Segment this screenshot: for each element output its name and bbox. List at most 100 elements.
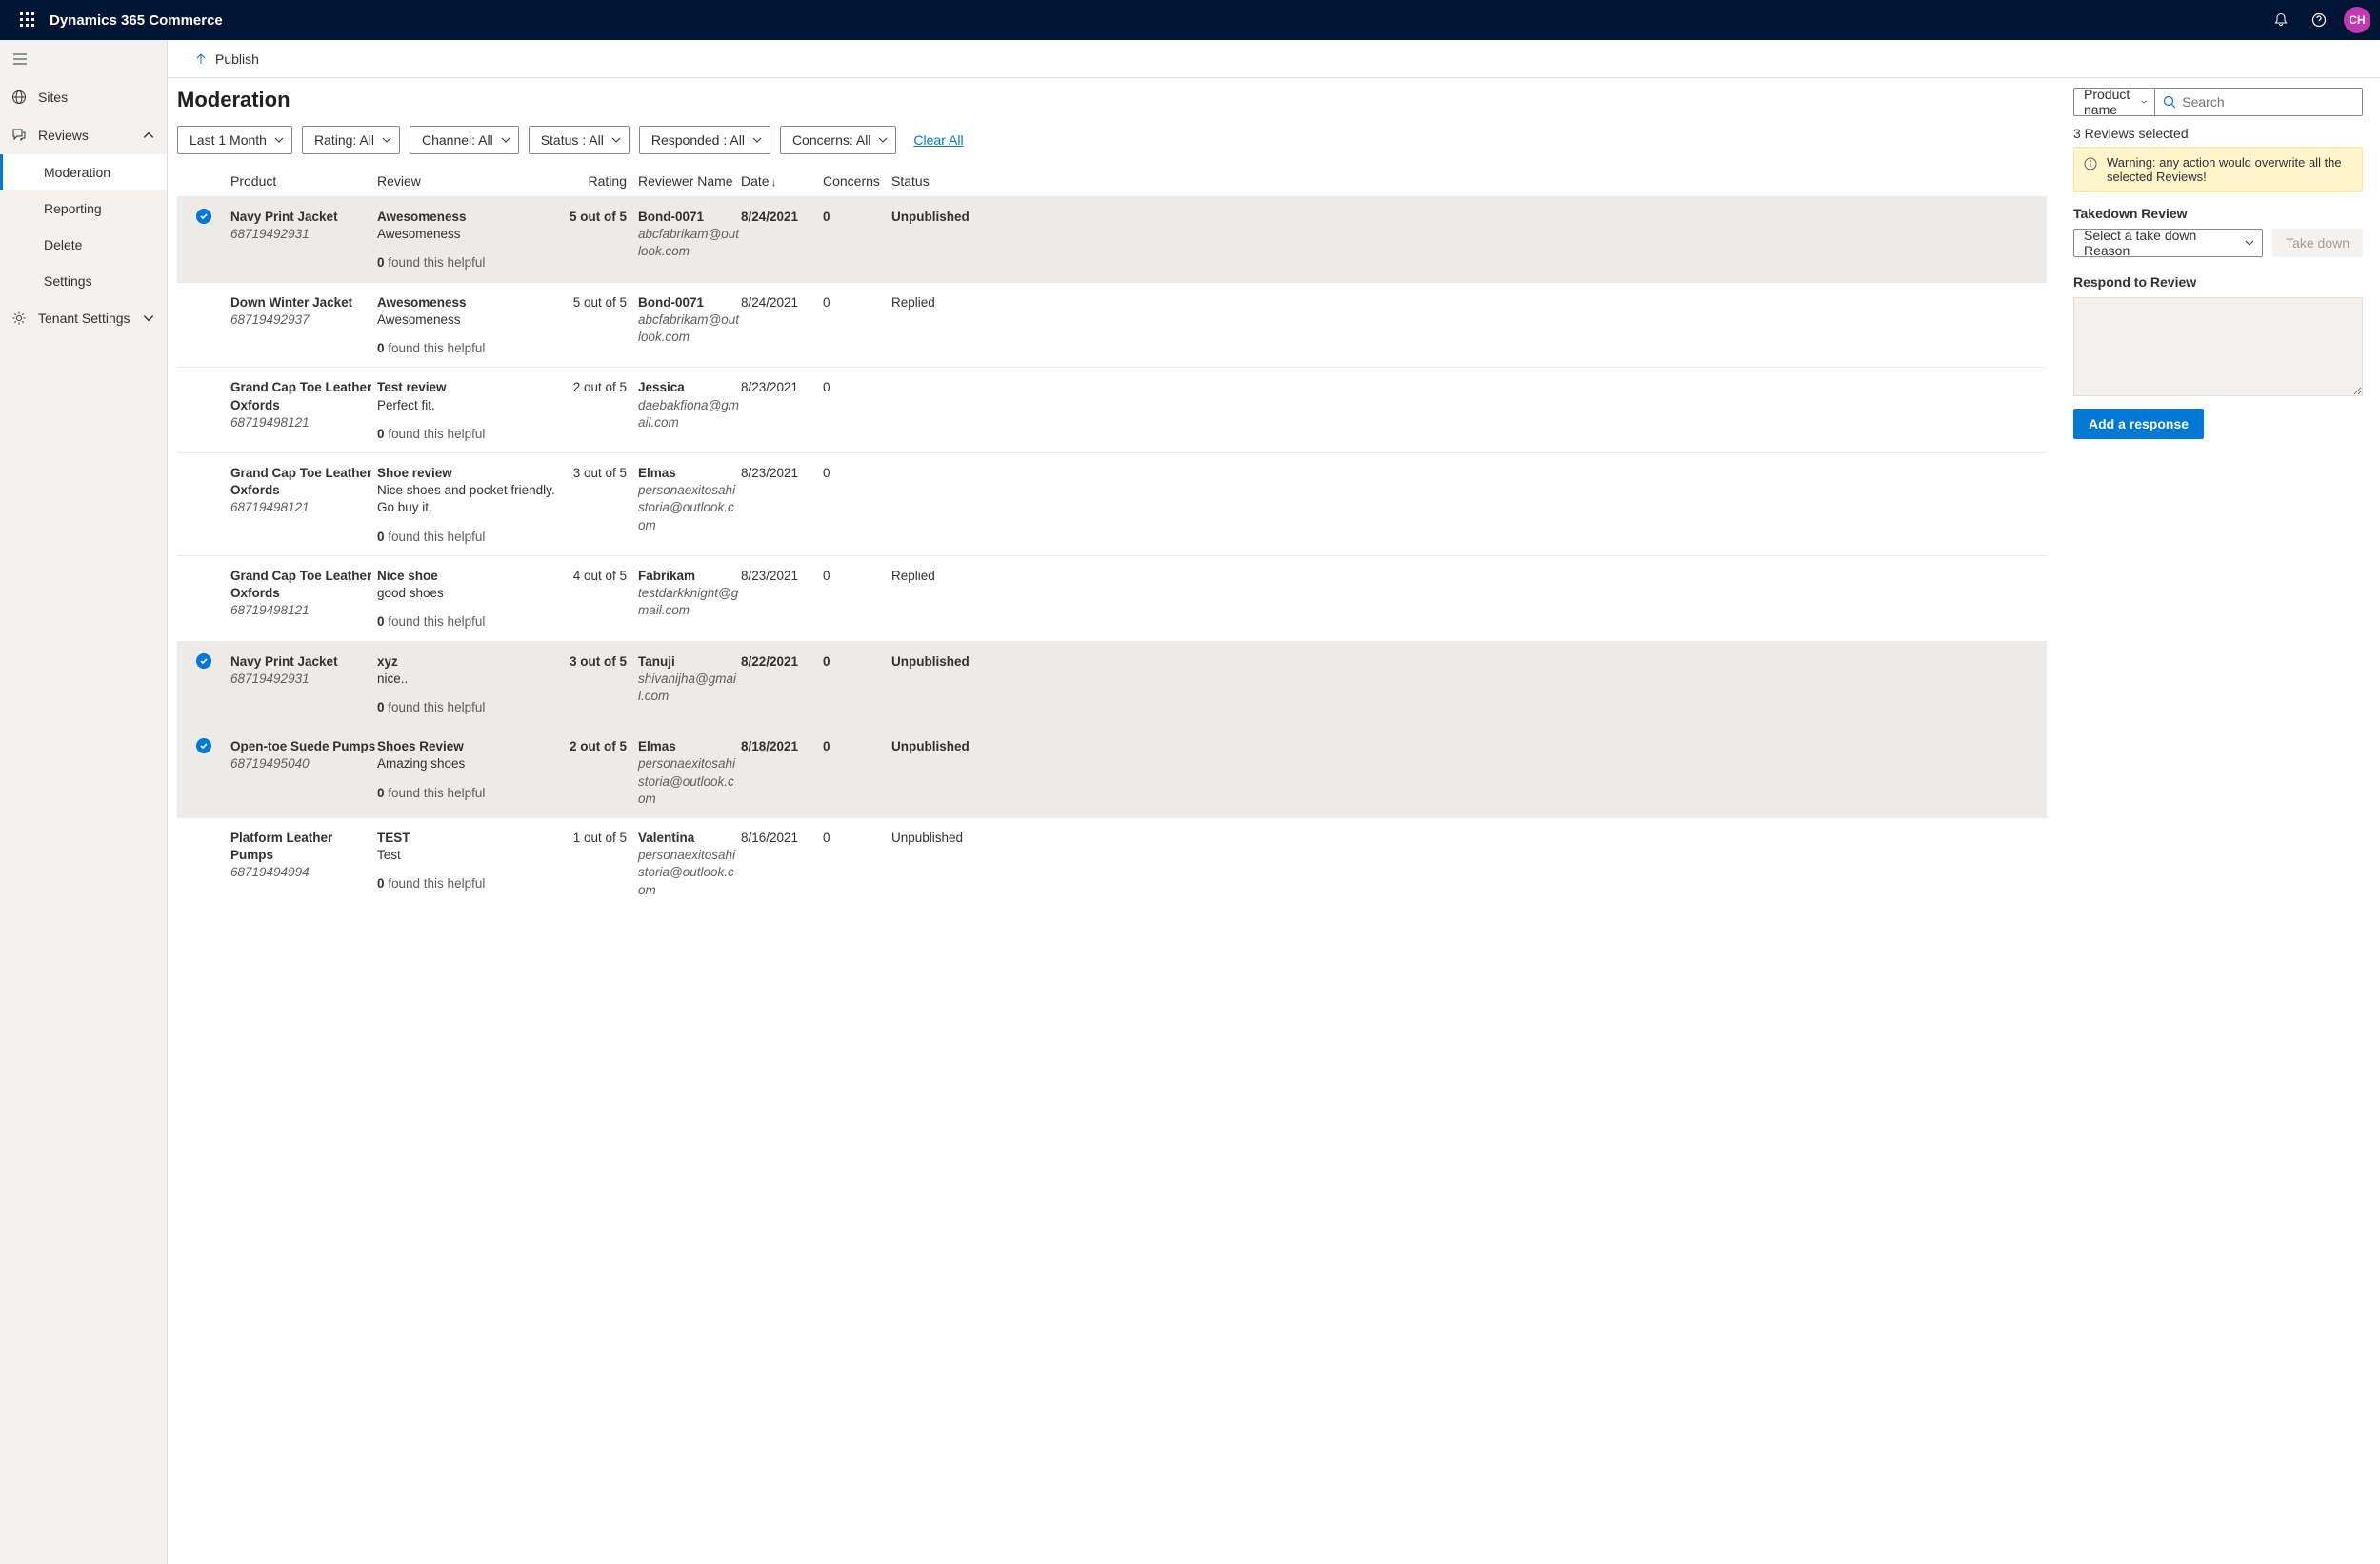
takedown-reason-select[interactable]: Select a take down Reason [2073, 229, 2263, 257]
chevron-down-icon [752, 135, 762, 145]
chevron-down-icon [501, 135, 510, 145]
product-sku: 68719498121 [230, 499, 377, 516]
filter-pill[interactable]: Responded : All [639, 126, 770, 154]
review-status: Unpublished [891, 209, 958, 272]
product-sku: 68719494994 [230, 864, 377, 881]
reviewer-email: personaexitosahistoria@outlook.com [638, 482, 741, 534]
review-body: Awesomeness [377, 311, 568, 329]
chevron-down-icon [878, 135, 888, 145]
col-reviewer[interactable]: Reviewer Name [638, 173, 741, 189]
filter-pill[interactable]: Channel: All [410, 126, 519, 154]
product-name: Navy Print Jacket [230, 209, 377, 226]
table-row[interactable]: Open-toe Suede Pumps68719495040Shoes Rev… [177, 726, 2047, 817]
reviewer-email: daebakfiona@gmail.com [638, 397, 741, 431]
table-row[interactable]: Grand Cap Toe Leather Oxfords68719498121… [177, 555, 2047, 641]
app-title: Dynamics 365 Commerce [50, 12, 223, 29]
helpful-count: 0 found this helpful [377, 529, 568, 546]
rating-value: 4 out of 5 [568, 568, 638, 632]
review-body: good shoes [377, 585, 568, 602]
col-product[interactable]: Product [230, 173, 377, 189]
help-icon[interactable] [2300, 0, 2338, 40]
hamburger-icon[interactable] [0, 40, 167, 78]
review-date: 8/24/2021 [741, 209, 823, 272]
user-avatar[interactable]: CH [2344, 7, 2370, 33]
reviewer-email: personaexitosahistoria@outlook.com [638, 755, 741, 808]
reviewer-email: personaexitosahistoria@outlook.com [638, 847, 741, 899]
waffle-icon[interactable] [10, 12, 46, 28]
takedown-button[interactable]: Take down [2272, 229, 2363, 257]
review-body: Amazing shoes [377, 755, 568, 772]
table-row[interactable]: Platform Leather Pumps68719494994TESTTes… [177, 817, 2047, 909]
review-status [891, 379, 958, 443]
filter-pill[interactable]: Last 1 Month [177, 126, 292, 154]
table-row[interactable]: Navy Print Jacket68719492931AwesomenessA… [177, 196, 2047, 282]
rating-value: 3 out of 5 [568, 653, 638, 717]
product-name: Grand Cap Toe Leather Oxfords [230, 379, 377, 413]
chevron-down-icon [142, 311, 155, 325]
top-bar: Dynamics 365 Commerce CH [0, 0, 2380, 40]
col-status[interactable]: Status [891, 173, 958, 189]
chevron-down-icon [382, 135, 391, 145]
notifications-icon[interactable] [2262, 0, 2300, 40]
checkmark-icon[interactable] [196, 209, 211, 224]
rating-value: 5 out of 5 [568, 209, 638, 272]
chevron-up-icon [142, 129, 155, 142]
respond-textarea[interactable] [2073, 297, 2363, 396]
filter-pill[interactable]: Status : All [529, 126, 630, 154]
nav-sites[interactable]: Sites [0, 78, 167, 116]
col-rating[interactable]: Rating [568, 173, 638, 189]
col-date[interactable]: Date↓ [741, 173, 823, 189]
table-row[interactable]: Grand Cap Toe Leather Oxfords68719498121… [177, 367, 2047, 452]
col-concerns[interactable]: Concerns [823, 173, 891, 189]
rating-value: 2 out of 5 [568, 738, 638, 808]
table-row[interactable]: Down Winter Jacket68719492937Awesomeness… [177, 282, 2047, 368]
filter-pill[interactable]: Concerns: All [780, 126, 896, 154]
reviewer-email: abcfabrikam@outlook.com [638, 311, 741, 346]
filter-pill[interactable]: Rating: All [302, 126, 400, 154]
review-title: Nice shoe [377, 568, 568, 585]
info-icon [2084, 157, 2097, 170]
product-name: Open-toe Suede Pumps [230, 738, 377, 755]
review-status: Unpublished [891, 738, 958, 808]
reviews-table: Product Review Rating Reviewer Name Date… [177, 168, 2047, 909]
reviewer-name: Valentina [638, 830, 741, 847]
col-review[interactable]: Review [377, 173, 568, 189]
publish-button[interactable]: Publish [194, 51, 259, 67]
review-status: Unpublished [891, 830, 958, 899]
reviewer-name: Elmas [638, 465, 741, 482]
search-box[interactable] [2155, 88, 2363, 116]
product-name: Grand Cap Toe Leather Oxfords [230, 568, 377, 602]
publish-label: Publish [215, 51, 259, 67]
table-row[interactable]: Navy Print Jacket68719492931xyznice..0 f… [177, 641, 2047, 727]
helpful-count: 0 found this helpful [377, 785, 568, 802]
nav-label: Tenant Settings [38, 311, 142, 326]
command-bar: Publish [168, 40, 2380, 78]
table-row[interactable]: Grand Cap Toe Leather Oxfords68719498121… [177, 452, 2047, 555]
reviewer-name: Jessica [638, 379, 741, 396]
product-sku: 68719495040 [230, 755, 377, 772]
nav-tenant-settings[interactable]: Tenant Settings [0, 299, 167, 337]
search-input[interactable] [2182, 94, 2354, 110]
globe-icon [11, 90, 38, 105]
add-response-button[interactable]: Add a response [2073, 409, 2204, 439]
selected-count: 3 Reviews selected [2073, 126, 2363, 141]
review-date: 8/24/2021 [741, 294, 823, 358]
nav-sub-reporting[interactable]: Reporting [0, 190, 167, 227]
nav-reviews[interactable]: Reviews [0, 116, 167, 154]
clear-all-link[interactable]: Clear All [913, 132, 963, 148]
nav-sub-moderation[interactable]: Moderation [0, 154, 167, 190]
checkmark-icon[interactable] [196, 653, 211, 669]
review-title: Awesomeness [377, 294, 568, 311]
nav-sub-delete[interactable]: Delete [0, 227, 167, 263]
takedown-label: Takedown Review [2073, 206, 2363, 221]
chevron-down-icon [274, 135, 284, 145]
search-type-dropdown[interactable]: Product name [2073, 88, 2155, 116]
product-sku: 68719498121 [230, 414, 377, 431]
product-sku: 68719492931 [230, 226, 377, 243]
gear-icon [11, 311, 38, 326]
reviewer-email: testdarkknight@gmail.com [638, 585, 741, 619]
nav-sub-settings[interactable]: Settings [0, 263, 167, 299]
checkmark-icon[interactable] [196, 738, 211, 753]
review-body: nice.. [377, 671, 568, 688]
concerns-count: 0 [823, 209, 891, 272]
